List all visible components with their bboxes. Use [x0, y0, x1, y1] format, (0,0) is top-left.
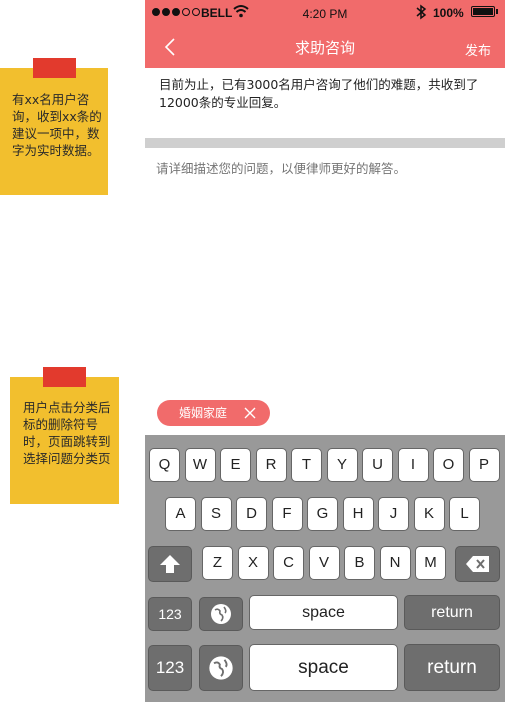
key-h[interactable]: H: [342, 497, 374, 531]
return-key-label: return: [427, 657, 477, 678]
globe-icon: [209, 656, 233, 680]
key-w[interactable]: W: [184, 448, 216, 482]
note-text: 有xx名用户咨询，收到xx条的建议一项中，数字为实时数据。: [12, 92, 102, 158]
navigation-bar: 求助咨询 发布: [145, 26, 505, 68]
key-k[interactable]: K: [413, 497, 445, 531]
category-tag: 婚姻家庭: [157, 400, 270, 426]
key-d[interactable]: D: [236, 497, 267, 531]
close-icon[interactable]: [244, 407, 256, 419]
note-tab: [43, 367, 86, 387]
space-key-label: space: [302, 604, 345, 621]
return-key-label: return: [431, 604, 473, 621]
keyboard: QWERTYUIOP ASDFGHJKL ZXCVBNM 123 space r…: [145, 435, 505, 702]
battery-icon: [471, 6, 498, 17]
key-l[interactable]: L: [449, 497, 480, 531]
key-p[interactable]: P: [468, 448, 500, 482]
key-j[interactable]: J: [378, 497, 409, 531]
shift-key[interactable]: [148, 546, 192, 582]
backspace-key[interactable]: [455, 546, 500, 582]
space-key[interactable]: space: [249, 595, 398, 630]
numbers-key[interactable]: 123: [148, 597, 192, 631]
space-key-large[interactable]: space: [249, 644, 398, 691]
key-a[interactable]: A: [165, 497, 196, 531]
key-m[interactable]: M: [415, 546, 446, 580]
key-u[interactable]: U: [362, 448, 393, 482]
key-c[interactable]: C: [273, 546, 304, 580]
numbers-key-large[interactable]: 123: [148, 645, 192, 691]
return-key-large[interactable]: return: [404, 644, 500, 691]
numbers-key-label: 123: [155, 658, 185, 677]
numbers-key-label: 123: [158, 606, 182, 622]
key-q[interactable]: Q: [149, 448, 180, 482]
category-tag-label: 婚姻家庭: [179, 406, 228, 420]
status-bar: BELL 4:20 PM 100%: [145, 0, 505, 26]
section-divider: [145, 138, 505, 148]
key-b[interactable]: B: [344, 546, 375, 580]
annotation-note-tag: 用户点击分类后标的删除符号时，页面跳转到选择问题分类页: [10, 367, 119, 504]
bluetooth-icon: [416, 4, 427, 20]
shift-arrow-icon: [160, 555, 180, 573]
question-input[interactable]: [154, 160, 488, 177]
key-r[interactable]: R: [255, 448, 287, 482]
key-n[interactable]: N: [379, 546, 411, 580]
key-x[interactable]: X: [237, 546, 269, 580]
key-t[interactable]: T: [291, 448, 322, 482]
key-v[interactable]: V: [308, 546, 340, 580]
battery-percent: 100%: [433, 6, 464, 20]
page-title: 求助咨询: [294, 39, 355, 57]
globe-key[interactable]: [199, 597, 243, 631]
globe-icon: [211, 604, 231, 624]
key-y[interactable]: Y: [326, 448, 358, 482]
key-f[interactable]: F: [271, 497, 303, 531]
note-tab: [33, 58, 76, 78]
stats-info-text: 目前为止，已有3000名用户咨询了他们的难题，共收到了12000条的专业回复。: [159, 77, 479, 110]
key-i[interactable]: I: [397, 448, 429, 482]
space-key-label: space: [298, 657, 349, 678]
key-g[interactable]: G: [307, 497, 338, 531]
publish-button[interactable]: 发布: [465, 40, 491, 59]
return-key[interactable]: return: [404, 595, 500, 630]
key-o[interactable]: O: [433, 448, 464, 482]
note-text: 用户点击分类后标的删除符号时，页面跳转到选择问题分类页: [23, 400, 111, 466]
phone-screen: BELL 4:20 PM 100% 求助咨询 发布 目前为止，已有3000名用户…: [145, 0, 505, 702]
key-z[interactable]: Z: [202, 546, 233, 580]
key-s[interactable]: S: [200, 497, 232, 531]
key-e[interactable]: E: [220, 448, 251, 482]
annotation-note-stats: 有xx名用户咨询，收到xx条的建议一项中，数字为实时数据。: [0, 58, 108, 195]
globe-key-large[interactable]: [199, 645, 243, 691]
backspace-icon: [465, 556, 489, 572]
